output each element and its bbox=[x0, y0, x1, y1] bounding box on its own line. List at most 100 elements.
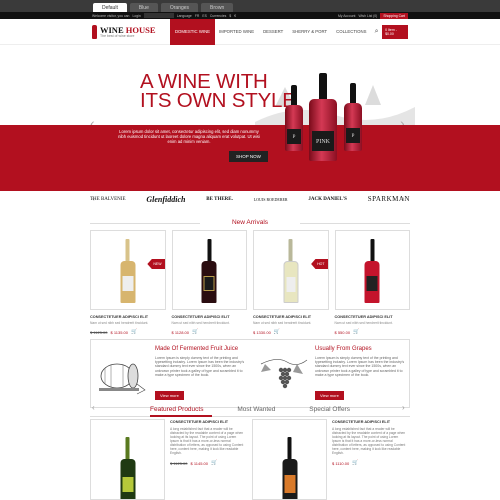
product-card[interactable]: CONSECTETUER ADIPISCI ELIT Nam ut sed ni… bbox=[171, 230, 248, 335]
language-label: Language bbox=[176, 13, 192, 18]
tabs-divider bbox=[90, 416, 410, 417]
hot-badge: HOT bbox=[311, 259, 328, 269]
currency-usd[interactable]: $ bbox=[229, 14, 231, 18]
price: $ 1110.00 bbox=[332, 460, 350, 466]
brand-carousel: THE BALVENIE Glenfiddich BE THERE. LOUIS… bbox=[90, 186, 410, 212]
cart-icon[interactable]: 🛒 bbox=[131, 329, 137, 335]
tabs-next-arrow[interactable]: › bbox=[402, 403, 405, 412]
currencies-label[interactable]: Currencies bbox=[210, 14, 226, 18]
header-cart-button[interactable]: 0 Item - $0.00 bbox=[382, 24, 408, 39]
nav-collections[interactable]: COLLECTIONS bbox=[332, 19, 371, 45]
product-name[interactable]: CONSECTETUER ADIPISCI ELIT bbox=[90, 315, 166, 319]
currency-eur[interactable]: € bbox=[234, 14, 236, 18]
hero-headline: A WINE WITH ITS OWN STYLE bbox=[140, 70, 296, 112]
theme-tab-blue[interactable]: Blue bbox=[129, 3, 158, 12]
product-name[interactable]: CONSECTETUER ADIPISCI ELIT bbox=[253, 315, 329, 319]
theme-tab-brown[interactable]: Brown bbox=[201, 3, 234, 12]
nav-dessert[interactable]: DESSERT bbox=[259, 19, 288, 45]
top-search-input[interactable] bbox=[143, 13, 174, 18]
feature-grapes: Usually From Grapes Lorem Ipsum is simpl… bbox=[255, 346, 405, 404]
features-panel: Made Of Fermented Fruit Juice Lorem Ipsu… bbox=[90, 339, 410, 408]
cart-icon[interactable]: 🛒 bbox=[192, 329, 198, 335]
view-more-button[interactable]: View more bbox=[315, 391, 344, 400]
product-name[interactable]: CONSECTETUER ADIPISCI ELIT bbox=[170, 420, 245, 424]
featured-product-card[interactable]: CONSECTETUER ADIPISCI ELIT A long establ… bbox=[90, 419, 245, 500]
login-link[interactable]: Login bbox=[132, 14, 140, 18]
cart-icon[interactable]: 🛒 bbox=[274, 329, 280, 335]
wine-bottle-icon bbox=[92, 24, 97, 39]
main-nav: DOMESTIC WINE IMPORTED WINE DESSERT SHER… bbox=[170, 18, 371, 45]
welcome-text: Welcome visitor, you can bbox=[92, 13, 130, 18]
brand-louis-roederer[interactable]: LOUIS ROEDERER bbox=[254, 197, 288, 202]
product-desc: Nam ut sed nibh sed hendrerit tincidunt. bbox=[171, 321, 230, 325]
nav-domestic-wine[interactable]: DOMESTIC WINE bbox=[170, 18, 215, 45]
product-desc: Nam ut sed nibh sed hendrerit tincidunt. bbox=[334, 321, 393, 325]
nav-sherry-port[interactable]: SHERRY & PORT bbox=[288, 19, 332, 45]
hero-description: Lorem ipsum dolor sit amet, consectetur … bbox=[118, 129, 260, 144]
wine-bottle-2: PINK bbox=[309, 73, 337, 161]
wine-bottle-3: P bbox=[344, 83, 362, 151]
brand-balvenie[interactable]: THE BALVENIE bbox=[90, 197, 126, 202]
tab-featured-products[interactable]: Featured Products bbox=[150, 406, 203, 413]
active-tab-underline bbox=[150, 415, 212, 417]
new-badge: NEW bbox=[147, 259, 165, 269]
product-image[interactable] bbox=[90, 419, 165, 500]
product-image[interactable] bbox=[252, 419, 327, 500]
nav-imported-wine[interactable]: IMPORTED WINE bbox=[215, 19, 259, 45]
product-desc: Nam ut sed nibh sed hendrerit tincidunt. bbox=[253, 321, 312, 325]
cart-icon[interactable]: 🛒 bbox=[211, 460, 217, 466]
old-price: $ 1125.00 bbox=[170, 460, 188, 466]
price: $ 1128.00 bbox=[171, 329, 190, 335]
product-image[interactable]: NEW bbox=[90, 230, 166, 310]
lang-es[interactable]: ES bbox=[202, 14, 207, 18]
featured-product-card[interactable]: CONSECTETUER ADIPISCI ELIT A long establ… bbox=[252, 419, 407, 500]
product-image[interactable] bbox=[171, 230, 247, 310]
lang-fr[interactable]: FR bbox=[195, 14, 200, 18]
product-card[interactable]: HOT CONSECTETUER ADIPISCI ELIT Nam ut se… bbox=[253, 230, 329, 335]
price: $ 1330.00 bbox=[253, 329, 271, 335]
product-name[interactable]: CONSECTETUER ADIPISCI ELIT bbox=[335, 315, 411, 319]
wine-barrel-illustration bbox=[99, 363, 146, 395]
feature-title: Usually From Grapes bbox=[315, 346, 372, 352]
my-account-link[interactable]: My Account bbox=[338, 14, 356, 18]
product-image[interactable]: HOT bbox=[253, 230, 329, 310]
tab-special-offers[interactable]: Special Offers bbox=[309, 406, 350, 413]
product-desc: A long established fact that a reader wi… bbox=[332, 427, 406, 455]
view-more-button[interactable]: View more bbox=[155, 391, 184, 400]
price: $ 550.00 bbox=[334, 329, 351, 335]
logo-name: WINE HOUSE bbox=[100, 24, 156, 35]
feature-fermented: Made Of Fermented Fruit Juice Lorem Ipsu… bbox=[95, 346, 245, 404]
tabs-prev-arrow[interactable]: ‹ bbox=[92, 403, 95, 412]
tab-most-wanted[interactable]: Most Wanted bbox=[237, 406, 275, 413]
feature-title: Made Of Fermented Fruit Juice bbox=[155, 346, 239, 352]
product-card[interactable]: CONSECTETUER ADIPISCI ELIT Nam ut sed ni… bbox=[334, 230, 411, 335]
search-icon[interactable]: ⌕ bbox=[371, 28, 382, 36]
logo[interactable]: WINE HOUSE The best of wine store bbox=[92, 24, 170, 39]
wine-bottle-1: P bbox=[285, 85, 303, 151]
new-arrivals-title: New Arrivals bbox=[90, 219, 410, 226]
brand-sparkman[interactable]: SPARKMAN bbox=[368, 195, 410, 203]
product-card[interactable]: NEW CONSECTETUER ADIPISCI ELIT Nam ut se… bbox=[90, 230, 166, 335]
brand-glenfiddich[interactable]: Glenfiddich bbox=[146, 195, 185, 204]
site-header: WINE HOUSE The best of wine store DOMEST… bbox=[0, 18, 500, 45]
product-name[interactable]: CONSECTETUER ADIPISCI ELIT bbox=[172, 315, 248, 319]
cart-icon[interactable]: 🛒 bbox=[352, 460, 358, 466]
product-tabs: Featured Products Most Wanted Special Of… bbox=[150, 406, 350, 413]
grapes-illustration bbox=[260, 359, 308, 389]
theme-tab-default[interactable]: Default bbox=[93, 3, 127, 12]
price: $ 1145.00 bbox=[190, 460, 209, 466]
brand-be-there[interactable]: BE THERE. bbox=[206, 197, 233, 202]
feature-text: Lorem Ipsum is simply dummy text of the … bbox=[155, 356, 245, 377]
feature-text: Lorem Ipsum is simply dummy text of the … bbox=[315, 356, 405, 377]
theme-switcher: Default Blue Oranges Brown bbox=[0, 0, 500, 12]
product-name[interactable]: CONSECTETUER ADIPISCI ELIT bbox=[332, 420, 407, 424]
hero-banner: ‹ › A WINE WITH ITS OWN STYLE Lorem ipsu… bbox=[0, 45, 500, 191]
brand-jack-daniels[interactable]: JACK DANIEL'S bbox=[308, 197, 346, 202]
shop-now-button[interactable]: SHOP NOW bbox=[229, 151, 268, 162]
theme-tab-oranges[interactable]: Oranges bbox=[160, 3, 199, 12]
cart-icon[interactable]: 🛒 bbox=[353, 329, 359, 335]
shopping-cart-link[interactable]: Shopping Cart bbox=[380, 12, 408, 19]
new-arrivals-grid: NEW CONSECTETUER ADIPISCI ELIT Nam ut se… bbox=[90, 230, 410, 335]
wishlist-link[interactable]: Wish List (0) bbox=[358, 14, 377, 18]
product-image[interactable] bbox=[334, 230, 410, 310]
